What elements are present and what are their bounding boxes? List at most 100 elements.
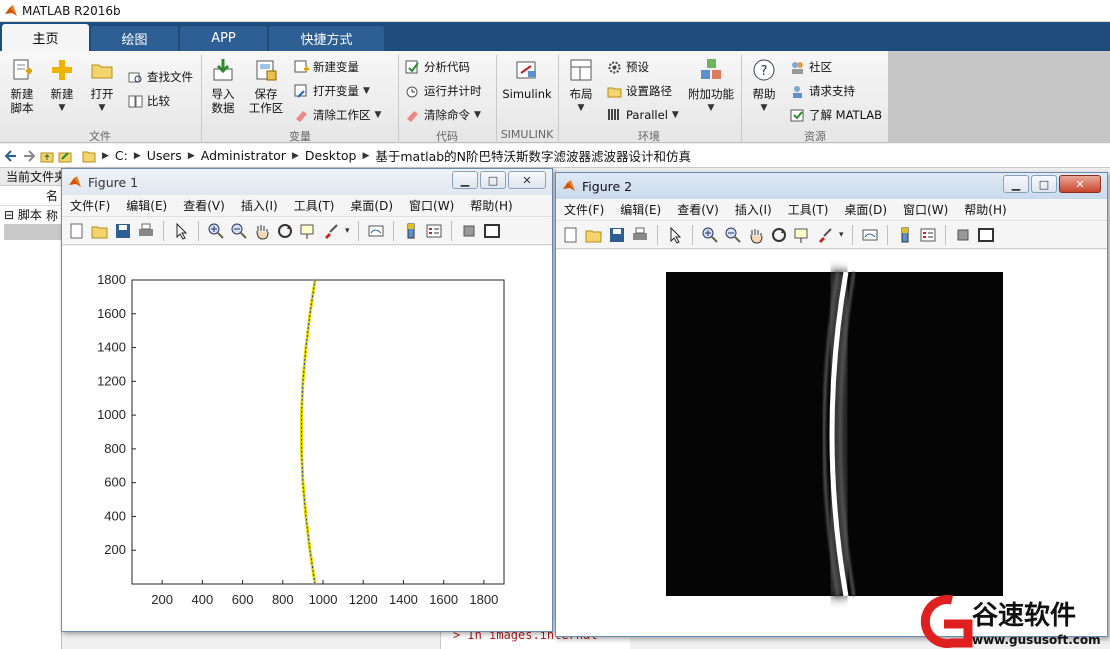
maximize-button[interactable]: □ <box>1031 175 1057 193</box>
save-workspace-button[interactable]: 保存 工作区 <box>246 57 286 115</box>
menu-file[interactable]: 文件(F) <box>62 197 118 214</box>
close-button[interactable]: ✕ <box>1059 175 1101 193</box>
figure-1-axes[interactable]: 200 400 600 800 1000 1200 1400 1600 1800 200 400 60… <box>62 246 552 631</box>
hide-plot-tools-icon[interactable] <box>954 226 972 244</box>
maximize-button[interactable]: □ <box>480 171 506 189</box>
menu-insert[interactable]: 插入(I) <box>233 197 286 214</box>
save-icon[interactable] <box>114 222 132 240</box>
print-icon[interactable] <box>631 226 649 244</box>
addons-button[interactable]: 附加功能 ▼ <box>688 57 734 115</box>
zoom-in-icon[interactable] <box>701 226 719 244</box>
back-arrow-icon[interactable] <box>4 149 18 163</box>
close-button[interactable]: ✕ <box>508 171 546 189</box>
pointer-icon[interactable] <box>172 222 190 240</box>
community-button[interactable]: 社区 <box>790 59 832 75</box>
menu-desktop[interactable]: 桌面(D) <box>342 197 401 214</box>
colorbar-icon[interactable] <box>402 222 420 240</box>
pan-hand-icon[interactable] <box>253 222 271 240</box>
menu-file[interactable]: 文件(F) <box>556 201 612 218</box>
brush-icon[interactable] <box>816 226 834 244</box>
data-cursor-icon[interactable] <box>793 226 811 244</box>
pointer-icon[interactable] <box>666 226 684 244</box>
figure-1-titlebar[interactable]: Figure 1 ▁ □ ✕ <box>62 169 552 195</box>
import-data-button[interactable]: 导入 数据 <box>206 57 240 115</box>
learn-matlab-button[interactable]: 了解 MATLAB <box>790 107 882 123</box>
breadcrumb-drive[interactable]: C: <box>115 148 128 163</box>
print-icon[interactable] <box>137 222 155 240</box>
menu-tools[interactable]: 工具(T) <box>780 201 837 218</box>
menu-insert[interactable]: 插入(I) <box>727 201 780 218</box>
find-files-button[interactable]: 查找文件 <box>128 69 193 85</box>
brush-icon[interactable] <box>322 222 340 240</box>
legend-icon[interactable] <box>919 226 937 244</box>
legend-icon[interactable] <box>425 222 443 240</box>
figure-2-canvas[interactable] <box>556 250 1107 636</box>
show-plot-tools-icon[interactable] <box>483 222 501 240</box>
name-column-header[interactable]: 名称 <box>0 186 61 223</box>
minimize-button[interactable]: ▁ <box>452 171 478 189</box>
minimize-button[interactable]: ▁ <box>1003 175 1029 193</box>
menu-help[interactable]: 帮助(H) <box>956 201 1014 218</box>
clear-workspace-button[interactable]: 清除工作区 ▼ <box>294 107 381 123</box>
show-plot-tools-icon[interactable] <box>977 226 995 244</box>
set-path-button[interactable]: 设置路径 <box>607 83 672 99</box>
simulink-button[interactable]: Simulink <box>502 57 552 101</box>
tab-shortcuts[interactable]: 快捷方式 <box>269 26 384 51</box>
new-figure-icon[interactable] <box>68 222 86 240</box>
tab-apps[interactable]: APP <box>180 26 267 51</box>
collapse-icon[interactable]: ⊟ <box>4 208 14 222</box>
up-folder-icon[interactable] <box>40 149 54 163</box>
menu-window[interactable]: 窗口(W) <box>895 201 956 218</box>
link-plot-icon[interactable] <box>367 222 385 240</box>
link-plot-icon[interactable] <box>861 226 879 244</box>
clear-commands-button[interactable]: 清除命令 ▼ <box>405 107 481 123</box>
browse-folder-icon[interactable] <box>58 149 72 163</box>
compare-button[interactable]: 比较 <box>128 93 170 109</box>
forward-arrow-icon[interactable] <box>22 149 36 163</box>
run-and-time-button[interactable]: 运行并计时 <box>405 83 482 99</box>
save-icon[interactable] <box>608 226 626 244</box>
hide-plot-tools-icon[interactable] <box>460 222 478 240</box>
tab-plots[interactable]: 绘图 <box>91 26 178 51</box>
menu-view[interactable]: 查看(V) <box>175 197 233 214</box>
new-figure-icon[interactable] <box>562 226 580 244</box>
open-file-icon[interactable] <box>91 222 109 240</box>
tab-home[interactable]: 主页 <box>2 24 89 51</box>
open-variable-button[interactable]: 打开变量 ▼ <box>294 83 370 99</box>
data-cursor-icon[interactable] <box>299 222 317 240</box>
parallel-button[interactable]: Parallel ▼ <box>607 107 679 122</box>
preferences-button[interactable]: 预设 <box>607 59 649 75</box>
breadcrumb-desktop[interactable]: Desktop <box>305 148 357 163</box>
menu-view[interactable]: 查看(V) <box>669 201 727 218</box>
analyze-code-button[interactable]: 分析代码 <box>405 59 470 75</box>
chevron-down-icon[interactable]: ▾ <box>345 226 350 236</box>
zoom-out-icon[interactable] <box>724 226 742 244</box>
help-button[interactable]: ? 帮助 ▼ <box>748 57 780 115</box>
new-button[interactable]: 新建 ▼ <box>44 57 80 115</box>
zoom-out-icon[interactable] <box>230 222 248 240</box>
breadcrumb-project-folder[interactable]: 基于matlab的N阶巴特沃斯数字滤波器滤波器设计和仿真 <box>375 146 691 165</box>
chevron-down-icon[interactable]: ▾ <box>839 230 844 240</box>
figure-1-canvas[interactable]: 200 400 600 800 1000 1200 1400 1600 1800 200 400 60… <box>62 246 552 631</box>
open-button[interactable]: 打开 ▼ <box>84 57 120 115</box>
new-variable-button[interactable]: 新建变量 <box>294 59 359 75</box>
rotate-3d-icon[interactable] <box>770 226 788 244</box>
new-script-button[interactable]: 新建 脚本 <box>4 57 40 115</box>
layout-button[interactable]: 布局 ▼ <box>564 57 598 115</box>
menu-edit[interactable]: 编辑(E) <box>118 197 175 214</box>
breadcrumb-administrator[interactable]: Administrator <box>201 148 286 163</box>
breadcrumb-users[interactable]: Users <box>147 148 182 163</box>
figure-2-image[interactable] <box>556 250 1107 636</box>
open-file-icon[interactable] <box>585 226 603 244</box>
zoom-in-icon[interactable] <box>207 222 225 240</box>
menu-tools[interactable]: 工具(T) <box>286 197 343 214</box>
colorbar-icon[interactable] <box>896 226 914 244</box>
list-item[interactable] <box>4 224 61 240</box>
menu-desktop[interactable]: 桌面(D) <box>836 201 895 218</box>
menu-help[interactable]: 帮助(H) <box>462 197 520 214</box>
rotate-3d-icon[interactable] <box>276 222 294 240</box>
menu-window[interactable]: 窗口(W) <box>401 197 462 214</box>
pan-hand-icon[interactable] <box>747 226 765 244</box>
menu-edit[interactable]: 编辑(E) <box>612 201 669 218</box>
figure-2-titlebar[interactable]: Figure 2 ▁ □ ✕ <box>556 173 1107 199</box>
